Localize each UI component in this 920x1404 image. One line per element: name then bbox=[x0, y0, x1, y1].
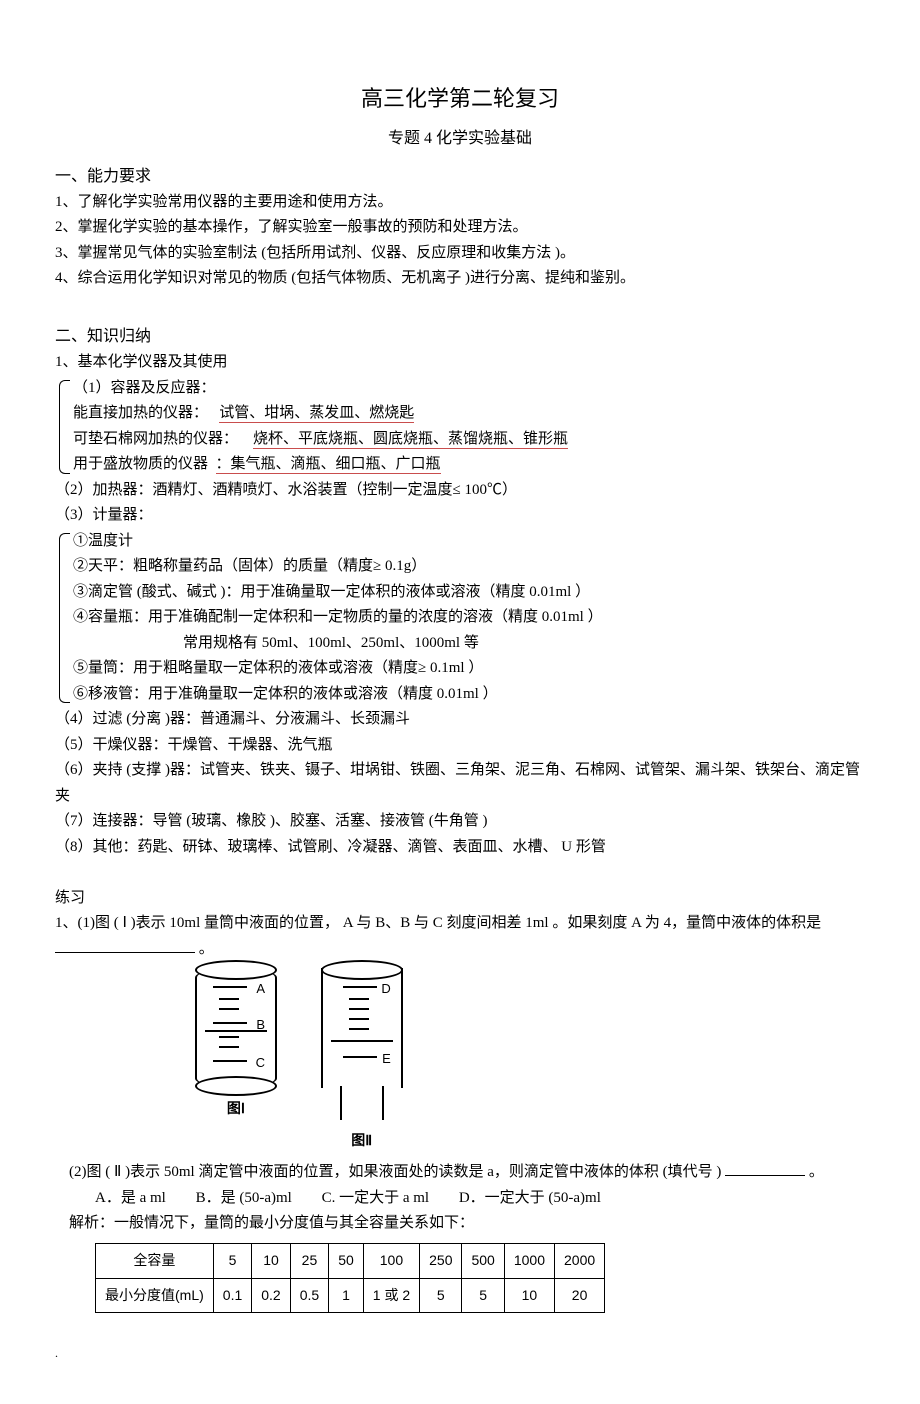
g1-l1: （1）容器及反应器： bbox=[73, 376, 865, 402]
fig1-A: A bbox=[256, 978, 265, 1000]
burette-icon: D E bbox=[321, 968, 403, 1088]
q2-blank[interactable] bbox=[725, 1175, 805, 1176]
s2-p2: （2）加热器：酒精灯、酒精喷灯、水浴装置（控制一定温度≤ 100℃） bbox=[55, 478, 865, 504]
col-5: 250 bbox=[420, 1243, 462, 1278]
g2-l2: ②天平：粗略称量药品（固体）的质量（精度≥ 0.1g） bbox=[73, 554, 865, 580]
col-1: 10 bbox=[252, 1243, 290, 1278]
s2-p7: （7）连接器：导管 (玻璃、橡胶 )、胶塞、活塞、接液管 (牛角管 ) bbox=[55, 809, 865, 835]
val-3: 1 bbox=[329, 1278, 364, 1313]
g2-l5: ⑤量筒：用于粗略量取一定体积的液体或溶液（精度≥ 0.1ml ） bbox=[73, 656, 865, 682]
g2-l4: ④容量瓶：用于准确配制一定体积和一定物质的量的浓度的溶液（精度 0.01ml ） bbox=[73, 605, 865, 631]
bracket-group-1: （1）容器及反应器： 能直接加热的仪器： 试管、坩埚、蒸发皿、燃烧匙 可垫石棉网… bbox=[57, 376, 865, 478]
s1-p3: 3、掌握常见气体的实验室制法 (包括所用试剂、仪器、反应原理和收集方法 )。 bbox=[55, 241, 865, 267]
practice-heading: 练习 bbox=[55, 886, 865, 912]
option-D: D．一定大于 (50-a)ml bbox=[459, 1186, 601, 1212]
val-1: 0.2 bbox=[252, 1278, 290, 1313]
col-6: 500 bbox=[462, 1243, 504, 1278]
q1-end: 。 bbox=[199, 941, 214, 957]
s1-p4: 4、综合运用化学知识对常见的物质 (包括气体物质、无机离子 )进行分离、提纯和鉴… bbox=[55, 266, 865, 292]
s2-p3: （3）计量器： bbox=[55, 503, 865, 529]
col-0: 5 bbox=[213, 1243, 251, 1278]
g1-l2a: 能直接加热的仪器： bbox=[73, 405, 208, 421]
fig2-caption: 图Ⅱ bbox=[321, 1130, 403, 1154]
val-6: 5 bbox=[462, 1278, 504, 1313]
fig2-E: E bbox=[382, 1048, 391, 1070]
val-2: 0.5 bbox=[290, 1278, 328, 1313]
s2-p8: （8）其他：药匙、研钵、玻璃棒、试管刷、冷凝器、滴管、表面皿、水槽、 U 形管 bbox=[55, 835, 865, 861]
s1-p2: 2、掌握化学实验的基本操作，了解实验室一般事故的预防和处理方法。 bbox=[55, 215, 865, 241]
g1-l3b: 烧杯、平底烧瓶、圆底烧瓶、蒸馏烧瓶、锥形瓶 bbox=[253, 431, 568, 449]
cylinder-1-icon: A B C bbox=[195, 968, 277, 1088]
g2-l1: ①温度计 bbox=[73, 529, 865, 555]
s2-p6: （6）夹持 (支撑 )器：试管夹、铁夹、镊子、坩埚钳、铁圈、三角架、泥三角、石棉… bbox=[55, 758, 865, 809]
analysis-text: 解析：一般情况下，量筒的最小分度值与其全容量关系如下： bbox=[55, 1211, 865, 1237]
g2-l6: ⑥移液管：用于准确量取一定体积的液体或溶液（精度 0.01ml ） bbox=[73, 682, 865, 708]
g1-l4b: ：集气瓶、滴瓶、细口瓶、广口瓶 bbox=[216, 456, 441, 474]
section1-heading: 一、能力要求 bbox=[55, 163, 865, 190]
bracket-group-2: ①温度计 ②天平：粗略称量药品（固体）的质量（精度≥ 0.1g） ③滴定管 (酸… bbox=[57, 529, 865, 708]
val-7: 10 bbox=[504, 1278, 554, 1313]
g1-l4a: 用于盛放物质的仪器 bbox=[73, 456, 208, 472]
option-B: B．是 (50-a)ml bbox=[196, 1186, 292, 1212]
val-4: 1 或 2 bbox=[363, 1278, 419, 1313]
subtitle: 专题 4 化学实验基础 bbox=[55, 125, 865, 152]
section2-heading: 二、知识归纳 bbox=[55, 323, 865, 350]
fig2-D: D bbox=[381, 978, 390, 1000]
s2-item1: 1、基本化学仪器及其使用 bbox=[55, 350, 865, 376]
val-0: 0.1 bbox=[213, 1278, 251, 1313]
col-7: 1000 bbox=[504, 1243, 554, 1278]
option-C: C. 一定大于 a ml bbox=[322, 1186, 430, 1212]
col-2: 25 bbox=[290, 1243, 328, 1278]
val-8: 20 bbox=[555, 1278, 605, 1313]
fig1-caption: 图Ⅰ bbox=[195, 1098, 277, 1122]
col-3: 50 bbox=[329, 1243, 364, 1278]
q2-text: (2)图 ( Ⅱ )表示 50ml 滴定管中液面的位置，如果液面处的读数是 a，… bbox=[69, 1164, 721, 1180]
col-8: 2000 bbox=[555, 1243, 605, 1278]
th-header: 全容量 bbox=[96, 1243, 214, 1278]
page-title: 高三化学第二轮复习 bbox=[55, 80, 865, 117]
q2-end: 。 bbox=[809, 1164, 824, 1180]
fig1-B: B bbox=[256, 1014, 265, 1036]
s2-p4: （4）过滤 (分离 )器：普通漏斗、分液漏斗、长颈漏斗 bbox=[55, 707, 865, 733]
val-5: 5 bbox=[420, 1278, 462, 1313]
th-row: 最小分度值(mL) bbox=[96, 1278, 214, 1313]
s1-p1: 1、了解化学实验常用仪器的主要用途和使用方法。 bbox=[55, 190, 865, 216]
figure-1: A B C 图Ⅰ bbox=[195, 968, 277, 1122]
g2-l4b: 常用规格有 50ml、100ml、250ml、1000ml 等 bbox=[73, 631, 865, 657]
figure-2: D E 图Ⅱ bbox=[321, 968, 403, 1154]
g1-l3a: 可垫石棉网加热的仪器： bbox=[73, 431, 238, 447]
g2-l3: ③滴定管 (酸式、碱式 )：用于准确量取一定体积的液体或溶液（精度 0.01ml… bbox=[73, 580, 865, 606]
q1-blank[interactable] bbox=[55, 952, 195, 953]
g1-l2b: 试管、坩埚、蒸发皿、燃烧匙 bbox=[219, 405, 414, 423]
q1-text: 1、(1)图 ( Ⅰ )表示 10ml 量筒中液面的位置， A 与 B、B 与 … bbox=[55, 915, 821, 931]
option-A: A．是 a ml bbox=[95, 1186, 166, 1212]
col-4: 100 bbox=[363, 1243, 419, 1278]
fig1-C: C bbox=[256, 1052, 265, 1074]
s2-p5: （5）干燥仪器：干燥管、干燥器、洗气瓶 bbox=[55, 733, 865, 759]
footer-dot: . bbox=[55, 1343, 865, 1363]
